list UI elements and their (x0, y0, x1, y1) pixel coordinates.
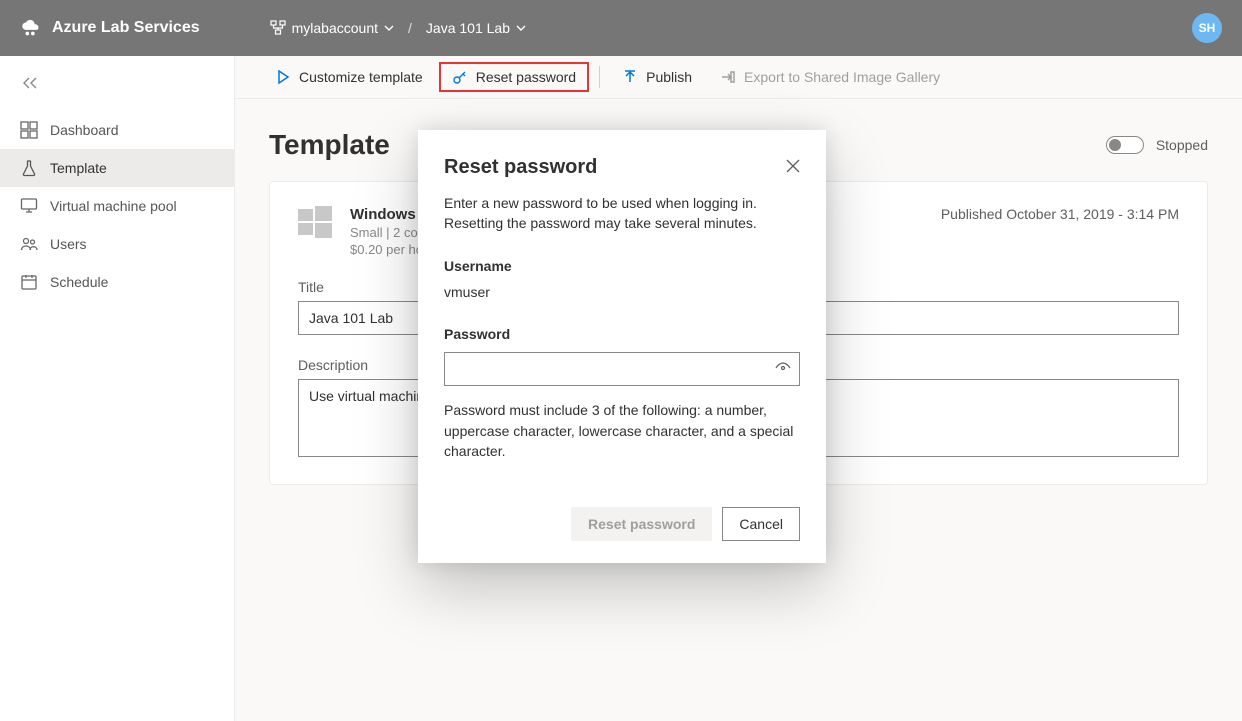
customize-template-button[interactable]: Customize template (263, 63, 435, 91)
publish-button[interactable]: Publish (610, 63, 704, 91)
dialog-intro: Enter a new password to be used when log… (444, 193, 800, 234)
sidebar-item-vm-pool[interactable]: Virtual machine pool (0, 187, 234, 225)
chevron-down-icon (384, 23, 394, 33)
button-label: Publish (646, 69, 692, 85)
username-value: vmuser (444, 282, 800, 302)
windows-icon (298, 206, 332, 240)
breadcrumb: mylabaccount / Java 101 Lab (270, 20, 526, 36)
vm-status: Stopped (1156, 137, 1208, 153)
reset-password-submit-button[interactable]: Reset password (571, 507, 712, 541)
dashboard-icon (20, 121, 38, 139)
button-label: Export to Shared Image Gallery (744, 69, 940, 85)
key-icon (452, 69, 468, 85)
sidebar-item-label: Schedule (50, 274, 108, 290)
dialog-title: Reset password (444, 156, 597, 179)
play-icon (275, 69, 291, 85)
cancel-button[interactable]: Cancel (722, 507, 800, 541)
button-label: Reset password (476, 69, 576, 85)
monitor-icon (20, 197, 38, 215)
sidebar: Dashboard Template Virtual machine pool … (0, 56, 235, 721)
upload-icon (622, 69, 638, 85)
export-icon (720, 69, 736, 85)
top-bar: Azure Lab Services mylabaccount / Java 1… (0, 0, 1242, 56)
chevron-double-left-icon (20, 76, 40, 90)
sidebar-item-schedule[interactable]: Schedule (0, 263, 234, 301)
password-input[interactable] (444, 352, 800, 386)
page-title: Template (269, 129, 390, 161)
reset-password-button[interactable]: Reset password (439, 62, 589, 92)
sidebar-item-label: Template (50, 160, 107, 176)
flask-icon (20, 159, 38, 177)
sidebar-item-label: Virtual machine pool (50, 198, 177, 214)
sidebar-item-template[interactable]: Template (0, 149, 234, 187)
published-info: Published October 31, 2019 - 3:14 PM (941, 206, 1179, 222)
show-password-button[interactable] (774, 359, 792, 382)
brand: Azure Lab Services (20, 17, 200, 39)
vm-power-toggle[interactable] (1106, 136, 1144, 154)
export-gallery-button: Export to Shared Image Gallery (708, 63, 952, 91)
toolbar: Customize template Reset password Publis… (235, 56, 1242, 99)
account-name: mylabaccount (292, 20, 378, 36)
collapse-sidebar-button[interactable] (0, 70, 234, 111)
tree-icon (270, 20, 286, 36)
calendar-icon (20, 273, 38, 291)
breadcrumb-separator: / (408, 20, 412, 36)
username-label: Username (444, 256, 800, 276)
password-label: Password (444, 324, 800, 344)
close-icon (786, 159, 800, 173)
eye-icon (774, 359, 792, 377)
users-icon (20, 235, 38, 253)
lab-name: Java 101 Lab (426, 20, 510, 36)
sidebar-item-users[interactable]: Users (0, 225, 234, 263)
cloud-lab-icon (20, 17, 42, 39)
sidebar-item-label: Dashboard (50, 122, 119, 138)
dialog-close-button[interactable] (786, 159, 800, 176)
reset-password-dialog: Reset password Enter a new password to b… (418, 130, 826, 563)
password-hint: Password must include 3 of the following… (444, 400, 800, 461)
button-label: Customize template (299, 69, 423, 85)
sidebar-item-label: Users (50, 236, 87, 252)
chevron-down-icon (516, 23, 526, 33)
lab-dropdown[interactable]: Java 101 Lab (426, 20, 526, 36)
toolbar-separator (599, 66, 600, 88)
brand-text: Azure Lab Services (52, 19, 200, 37)
account-dropdown[interactable]: mylabaccount (270, 20, 394, 36)
avatar[interactable]: SH (1192, 13, 1222, 43)
sidebar-item-dashboard[interactable]: Dashboard (0, 111, 234, 149)
